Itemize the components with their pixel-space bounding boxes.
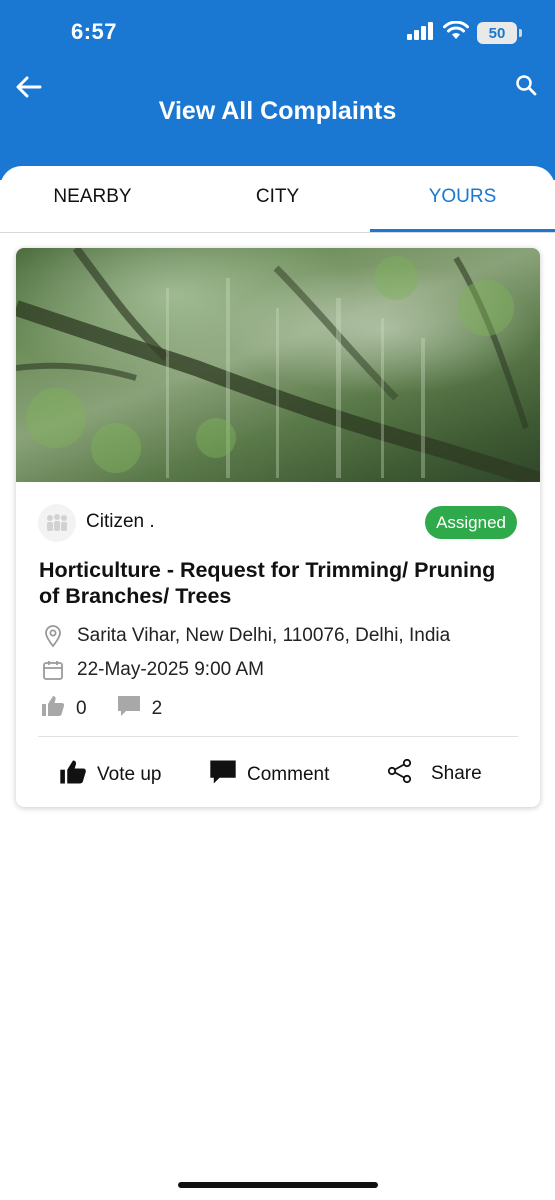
thumbs-up-icon [58, 758, 88, 791]
thumbs-up-icon [40, 694, 66, 723]
tab-nearby[interactable]: NEARBY [0, 166, 185, 232]
complaint-location: Sarita Vihar, New Delhi, 110076, Delhi, … [77, 625, 451, 646]
status-badge: Assigned [425, 506, 517, 539]
comment-button[interactable]: Comment [208, 758, 329, 791]
card-divider [38, 736, 518, 737]
app-header: 6:57 50 View All Complaints [0, 0, 555, 180]
complaint-photo[interactable] [16, 248, 540, 482]
avatar [38, 504, 76, 542]
status-icons: 50 [407, 20, 522, 45]
counts-row: 0 2 [40, 694, 162, 723]
signal-icon [407, 21, 435, 45]
complaint-title: Horticulture - Request for Trimming/ Pru… [39, 558, 496, 608]
vote-up-label: Vote up [97, 763, 162, 785]
comment-label: Comment [247, 763, 330, 785]
vote-up-button[interactable]: Vote up [58, 758, 161, 791]
share-button[interactable]: Share [387, 758, 482, 789]
tab-divider [0, 232, 555, 233]
comment-icon [116, 694, 142, 723]
share-label: Share [431, 762, 482, 784]
location-row: Sarita Vihar, New Delhi, 110076, Delhi, … [40, 623, 450, 649]
tab-city[interactable]: CITY [185, 166, 370, 232]
page-title: View All Complaints [158, 97, 397, 125]
complaint-date: 22-May-2025 9:00 AM [77, 659, 264, 680]
wifi-icon [443, 20, 469, 45]
status-time: 6:57 [71, 19, 118, 44]
location-pin-icon [40, 623, 66, 649]
tab-bar: NEARBY CITY YOURS [0, 166, 555, 232]
complaint-card[interactable]: Citizen . Assigned Horticulture - Reques… [16, 248, 540, 807]
calendar-icon [40, 657, 66, 683]
comment-icon [208, 758, 238, 791]
share-icon [387, 758, 413, 789]
date-row: 22-May-2025 9:00 AM [40, 657, 264, 683]
comment-count: 2 [151, 697, 163, 719]
tab-yours[interactable]: YOURS [370, 166, 555, 232]
home-indicator[interactable] [178, 1182, 378, 1188]
author-name: Citizen . [86, 511, 155, 532]
battery-indicator: 50 [477, 22, 522, 44]
vote-count: 0 [76, 697, 87, 719]
